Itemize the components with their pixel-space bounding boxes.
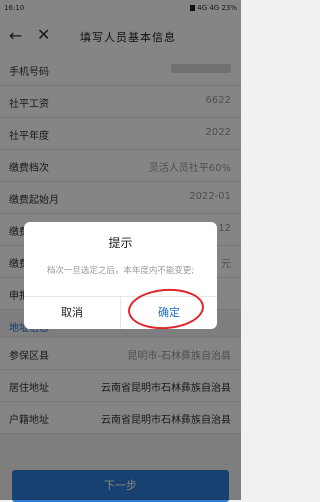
dialog-title: 提示 [108,236,133,250]
cancel-button[interactable]: 取消 [24,297,120,329]
dialog-message: 档次一旦选定之后，本年度内不能变更; [46,266,195,276]
